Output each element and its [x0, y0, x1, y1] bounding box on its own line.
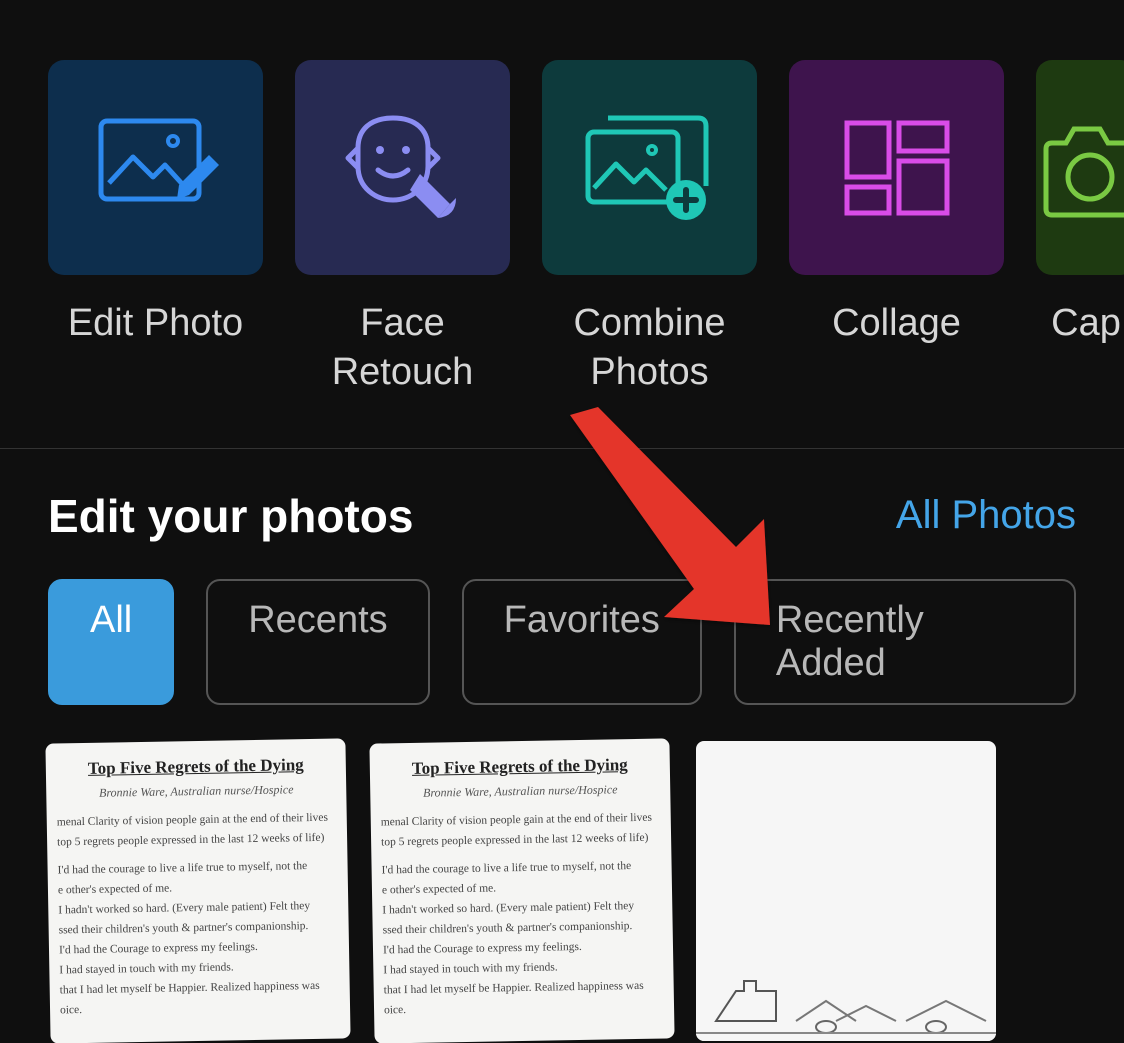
filter-recents[interactable]: Recents — [206, 579, 429, 705]
face-retouch-tile[interactable] — [295, 60, 510, 275]
doc-title: Top Five Regrets of the Dying — [56, 752, 336, 781]
tool-label: Face Retouch — [295, 299, 510, 398]
tool-label: Cap — [1051, 299, 1121, 348]
tool-face-retouch[interactable]: Face Retouch — [295, 60, 510, 398]
photo-thumbnail-1[interactable]: Top Five Regrets of the Dying Bronnie Wa… — [45, 738, 350, 1043]
collage-tile[interactable] — [789, 60, 1004, 275]
camera-icon — [1036, 113, 1124, 223]
tool-caption[interactable]: Cap — [1036, 60, 1124, 398]
tool-label: Collage — [832, 299, 961, 348]
doc-subtitle: Bronnie Ware, Australian nurse/Hospice — [56, 780, 336, 802]
doc-title: Top Five Regrets of the Dying — [380, 752, 660, 781]
edit-photos-section: Edit your photos All Photos All Recents … — [0, 449, 1124, 1041]
edit-photo-icon — [91, 113, 221, 223]
tool-edit-photo[interactable]: Edit Photo — [48, 60, 263, 398]
filter-recently-added[interactable]: Recently Added — [734, 579, 1076, 705]
tool-label: Edit Photo — [68, 299, 243, 348]
all-photos-link[interactable]: All Photos — [896, 493, 1076, 538]
tool-collage[interactable]: Collage — [789, 60, 1004, 398]
combine-photos-tile[interactable] — [542, 60, 757, 275]
tools-row: Edit Photo Face Retouch — [0, 0, 1124, 438]
section-title: Edit your photos — [48, 489, 413, 543]
tool-combine-photos[interactable]: Combine Photos — [542, 60, 757, 398]
photo-thumbnail-3[interactable] — [696, 741, 996, 1041]
filter-favorites[interactable]: Favorites — [462, 579, 702, 705]
face-retouch-icon — [338, 108, 468, 228]
combine-photos-icon — [580, 108, 720, 228]
collage-icon — [837, 113, 957, 223]
edit-photo-tile[interactable] — [48, 60, 263, 275]
photo-thumbnail-2[interactable]: Top Five Regrets of the Dying Bronnie Wa… — [369, 738, 674, 1043]
section-header: Edit your photos All Photos — [48, 489, 1076, 543]
tool-label: Combine Photos — [542, 299, 757, 398]
thumbnails-row: Top Five Regrets of the Dying Bronnie Wa… — [48, 741, 1076, 1041]
filter-all[interactable]: All — [48, 579, 174, 705]
filter-row: All Recents Favorites Recently Added — [48, 579, 1076, 705]
caption-tile[interactable] — [1036, 60, 1124, 275]
doc-subtitle: Bronnie Ware, Australian nurse/Hospice — [380, 780, 660, 802]
